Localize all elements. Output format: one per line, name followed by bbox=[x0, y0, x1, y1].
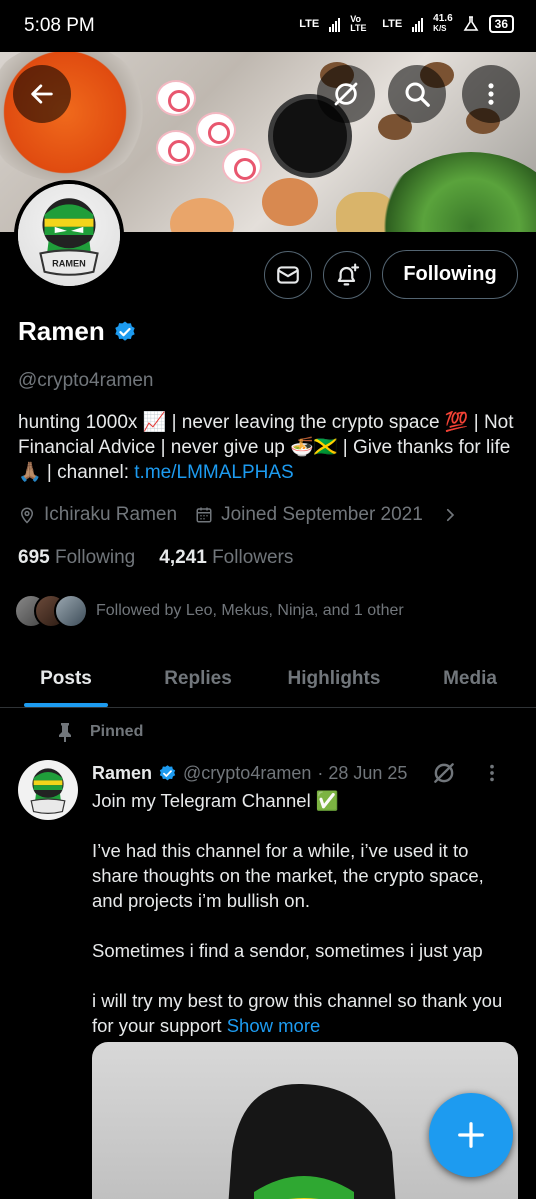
network-label-3: LTE bbox=[382, 18, 403, 30]
follow-counts: 695 Following 4,241 Followers bbox=[18, 547, 293, 569]
pin-icon bbox=[59, 723, 71, 742]
profile-display-name: Ramen bbox=[18, 316, 105, 346]
post-paragraph: Sometimes i find a sendor, sometimes i j… bbox=[92, 940, 483, 961]
post-author-avatar[interactable] bbox=[18, 760, 78, 820]
followed-by[interactable]: Followed by Leo, Mekus, Ninja, and 1 oth… bbox=[14, 594, 404, 628]
post-paragraph-last: i will try my best to grow this channel … bbox=[92, 990, 503, 1036]
bio-link[interactable]: t.me/LMMALPHAS bbox=[134, 462, 293, 483]
grok-icon[interactable] bbox=[431, 760, 457, 786]
post-paragraph: I’ve had this channel for a while, i’ve … bbox=[92, 840, 484, 911]
status-bar: 5:08 PM LTE Vo LTE LTE 41.6 K/S 36 bbox=[0, 0, 536, 52]
banner-naruto bbox=[196, 112, 236, 148]
post-header: Ramen @crypto4ramen · 28 Jun 25 bbox=[92, 760, 522, 786]
following-label: Following bbox=[54, 547, 136, 568]
network-label-1: LTE bbox=[299, 18, 320, 30]
status-indicators: LTE Vo LTE LTE 41.6 K/S 36 bbox=[299, 14, 514, 34]
ninja-avatar-image: RAMEN bbox=[39, 198, 99, 276]
grok-icon bbox=[334, 82, 358, 106]
grok-button[interactable] bbox=[317, 65, 375, 123]
signal-icon bbox=[329, 16, 341, 32]
active-tab-indicator bbox=[24, 703, 108, 707]
tab-posts[interactable]: Posts bbox=[0, 650, 132, 707]
flask-icon bbox=[463, 16, 479, 31]
join-date-text: Joined September 2021 bbox=[221, 504, 423, 525]
profile-name: Ramen bbox=[18, 316, 137, 347]
verified-badge-icon[interactable] bbox=[113, 320, 137, 344]
banner-egg bbox=[170, 198, 234, 232]
more-vertical-icon bbox=[488, 83, 494, 105]
show-more-link[interactable]: Show more bbox=[227, 1015, 321, 1036]
more-vertical-icon[interactable] bbox=[481, 762, 503, 784]
banner-spinach bbox=[376, 152, 536, 232]
status-time: 5:08 PM bbox=[24, 15, 95, 36]
ninja-avatar-image bbox=[30, 768, 66, 814]
search-button[interactable] bbox=[388, 65, 446, 123]
banner-egg bbox=[262, 178, 318, 226]
profile-meta: Ichiraku Ramen Joined September 2021 bbox=[18, 504, 459, 526]
chevron-right-icon[interactable] bbox=[441, 506, 459, 524]
message-button[interactable] bbox=[264, 251, 312, 299]
followers-label: Followers bbox=[212, 547, 294, 568]
banner-naruto bbox=[156, 80, 196, 116]
following-count-link[interactable]: 695 Following bbox=[18, 547, 135, 569]
profile-handle: @crypto4ramen bbox=[18, 370, 154, 391]
profile-bio: hunting 1000x 📈 | never leaving the cryp… bbox=[18, 410, 518, 485]
tab-highlights[interactable]: Highlights bbox=[264, 650, 404, 707]
signal-icon-2 bbox=[412, 16, 424, 32]
pinned-label: Pinned bbox=[90, 723, 144, 740]
avatar bbox=[54, 594, 88, 628]
profile-tabs: Posts Replies Highlights Media bbox=[0, 650, 536, 708]
notifications-button[interactable] bbox=[323, 251, 371, 299]
post-author-name[interactable]: Ramen bbox=[92, 763, 152, 784]
join-date: Joined September 2021 bbox=[195, 504, 423, 526]
envelope-icon bbox=[277, 266, 299, 284]
svg-text:RAMEN: RAMEN bbox=[52, 259, 86, 269]
network-label-2: Vo LTE bbox=[350, 14, 367, 33]
location-text: Ichiraku Ramen bbox=[44, 504, 178, 525]
tab-media[interactable]: Media bbox=[404, 650, 536, 707]
location-pin-icon bbox=[20, 507, 34, 524]
arrow-left-icon bbox=[31, 84, 53, 104]
more-options-button[interactable] bbox=[462, 65, 520, 123]
battery-indicator: 36 bbox=[488, 15, 514, 33]
profile-avatar[interactable]: RAMEN bbox=[14, 180, 124, 290]
followers-count: 4,241 bbox=[159, 547, 207, 568]
post-author-handle: @crypto4ramen bbox=[183, 762, 312, 783]
calendar-icon bbox=[196, 507, 212, 523]
location: Ichiraku Ramen bbox=[18, 504, 177, 526]
compose-post-button[interactable] bbox=[429, 1093, 513, 1177]
banner-naruto bbox=[156, 130, 196, 166]
bell-plus-icon bbox=[337, 263, 360, 286]
tab-replies[interactable]: Replies bbox=[132, 650, 264, 707]
plus-icon bbox=[458, 1122, 484, 1148]
followers-count-link[interactable]: 4,241 Followers bbox=[159, 547, 293, 569]
verified-badge-icon bbox=[159, 764, 176, 780]
post-paragraph: Join my Telegram Channel ✅ bbox=[92, 790, 339, 811]
search-icon bbox=[405, 82, 430, 107]
pinned-indicator: Pinned bbox=[56, 722, 143, 742]
post-body: Join my Telegram Channel ✅ I’ve had this… bbox=[92, 788, 517, 1038]
post-date: · 28 Jun 25 bbox=[317, 762, 408, 783]
following-button[interactable]: Following bbox=[382, 250, 518, 299]
followed-by-text: Followed by Leo, Mekus, Ninja, and 1 oth… bbox=[96, 602, 404, 619]
banner-naruto bbox=[222, 148, 262, 184]
following-count: 695 bbox=[18, 547, 50, 568]
data-speed: 41.6 K/S bbox=[433, 13, 453, 34]
back-button[interactable] bbox=[13, 65, 71, 123]
